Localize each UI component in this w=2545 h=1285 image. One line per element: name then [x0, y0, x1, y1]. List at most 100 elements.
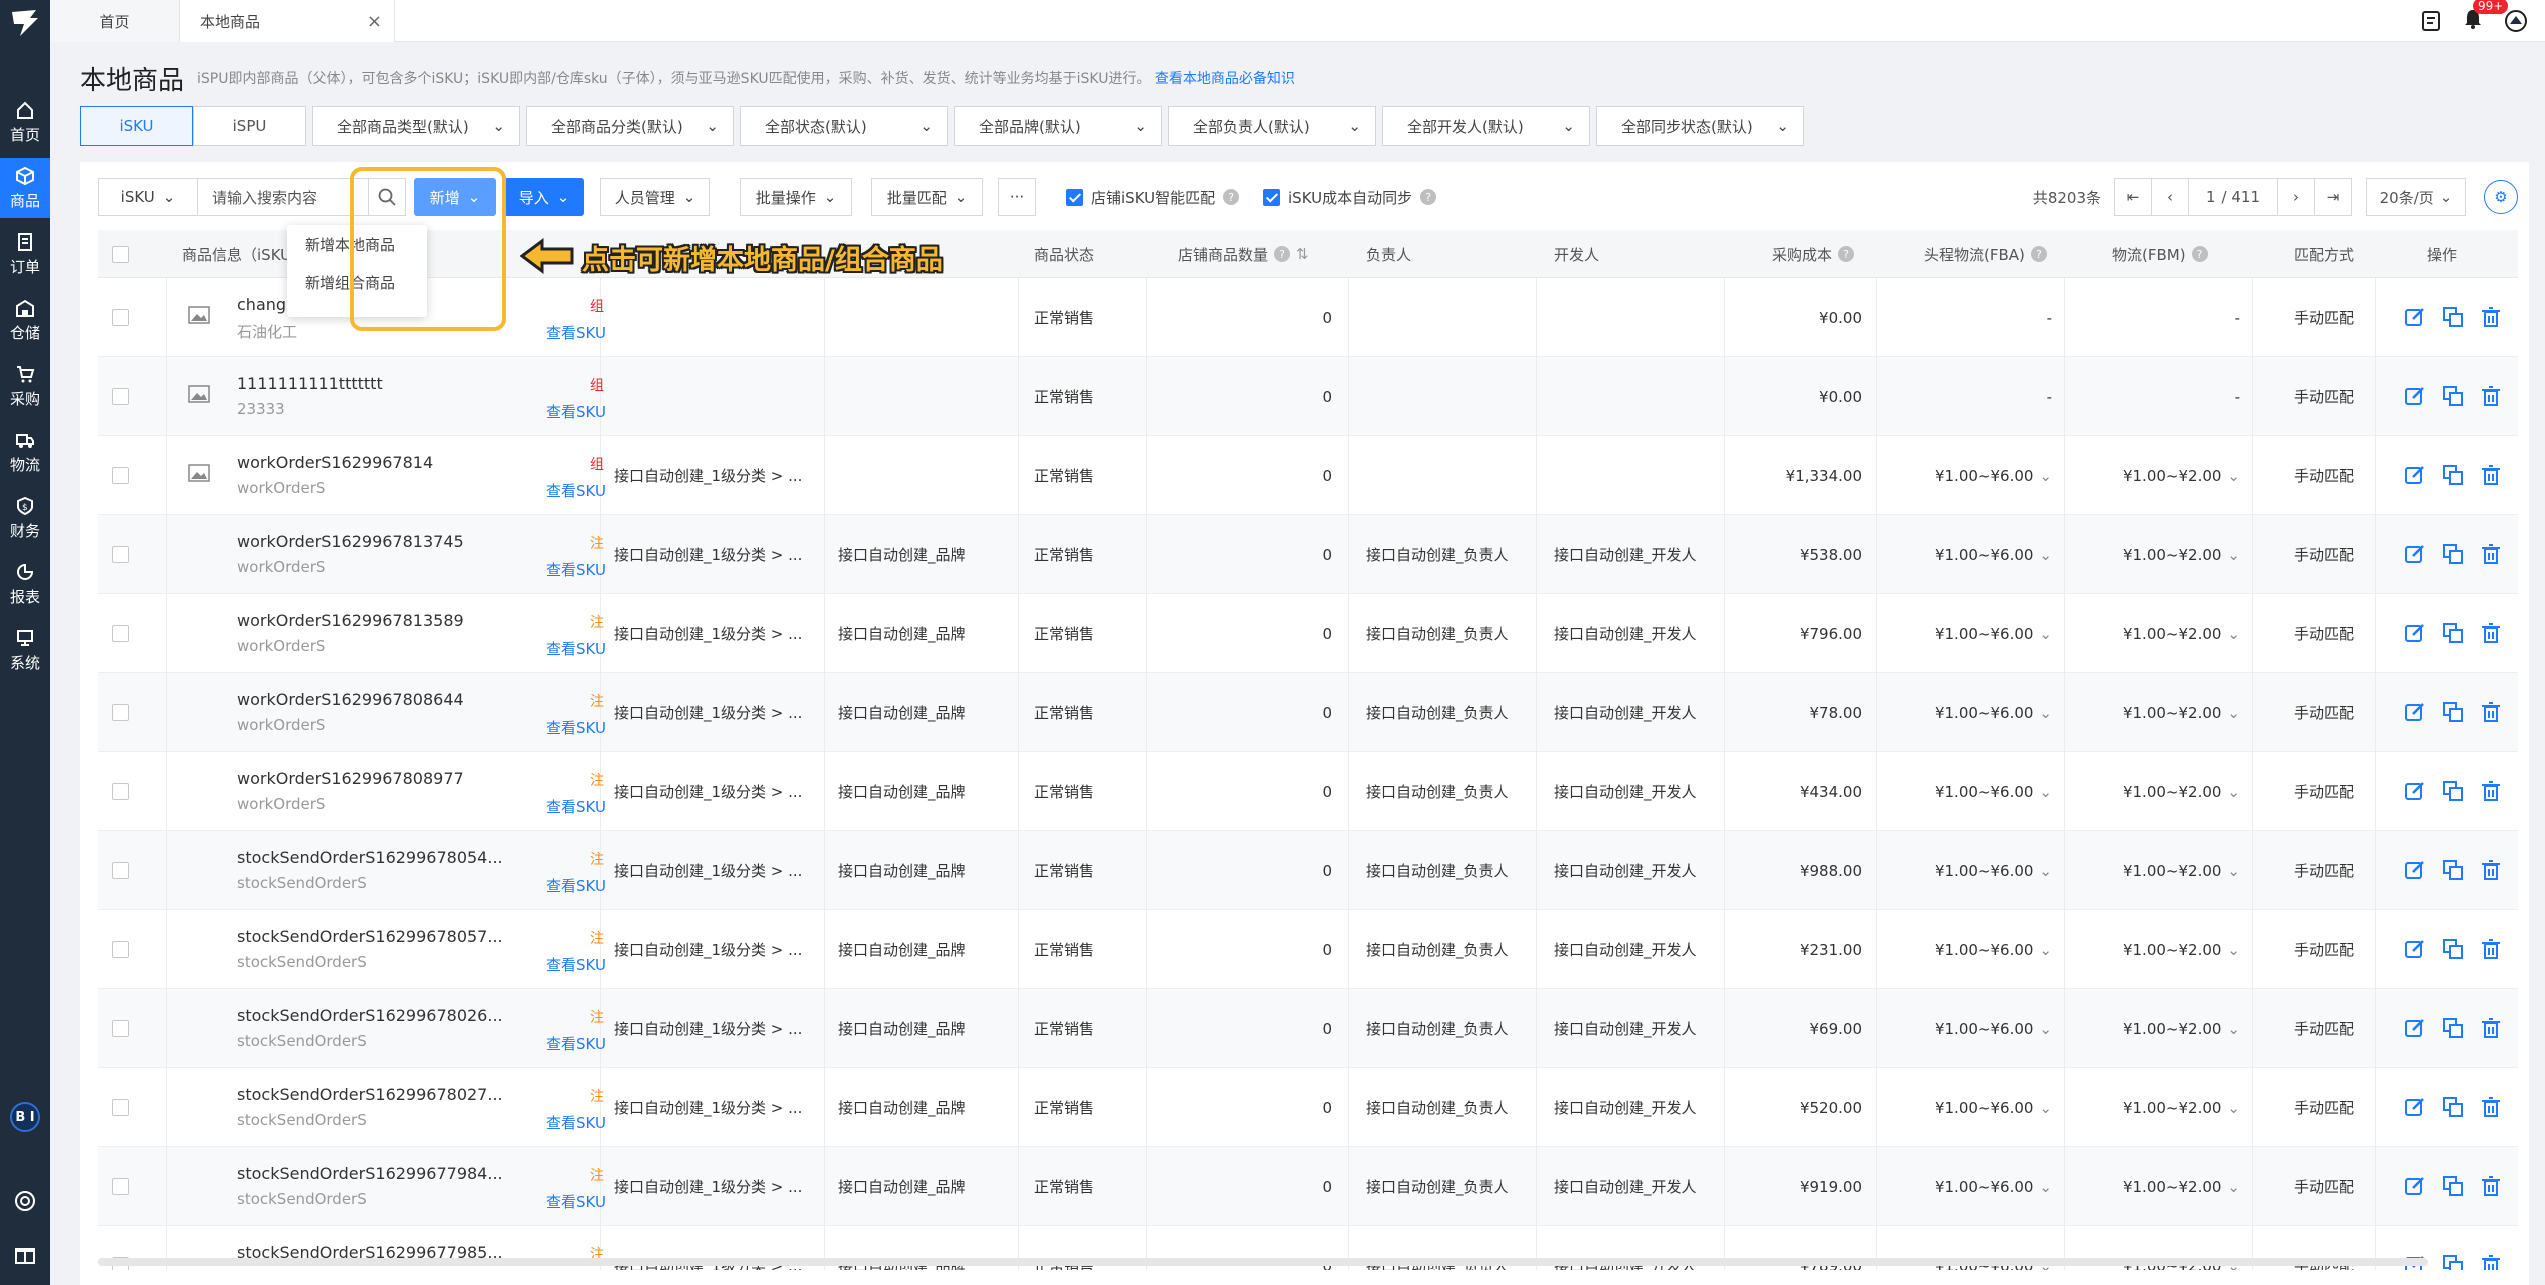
row-checkbox[interactable]	[112, 388, 129, 405]
table-row[interactable]: stockSendOrderS16299678054... stockSendOr…	[98, 831, 2518, 910]
tab-home[interactable]: 首页	[50, 0, 180, 42]
view-sku-link[interactable]: 查看SKU	[546, 1033, 606, 1054]
user-avatar-icon[interactable]	[2505, 10, 2527, 32]
row-checkbox[interactable]	[112, 625, 129, 642]
copy-icon[interactable]	[2442, 385, 2464, 407]
row-checkbox[interactable]	[112, 862, 129, 879]
row-checkbox[interactable]	[112, 309, 129, 326]
view-sku-link[interactable]: 查看SKU	[546, 322, 606, 343]
fba-cell[interactable]: ¥1.00~¥6.00 ⌄	[1876, 910, 2052, 989]
delete-icon[interactable]	[2480, 859, 2502, 881]
sidebar-item-2[interactable]: 订单	[0, 224, 50, 284]
auto-sync-checkbox[interactable]	[1263, 188, 1280, 206]
fba-cell[interactable]: ¥1.00~¥6.00 ⌄	[1876, 989, 2052, 1068]
column-settings-button[interactable]: ⚙	[2484, 180, 2518, 214]
view-sku-link[interactable]: 查看SKU	[546, 401, 606, 422]
delete-icon[interactable]	[2480, 1017, 2502, 1039]
sidebar-item-4[interactable]: 采购	[0, 356, 50, 416]
delete-icon[interactable]	[2480, 543, 2502, 565]
batch-operation-button[interactable]: 批量操作 ⌄	[740, 178, 852, 216]
row-checkbox[interactable]	[112, 1099, 129, 1116]
fbm-cell[interactable]: ¥1.00~¥2.00 ⌄	[2064, 594, 2240, 673]
sidebar-item-0[interactable]: 首页	[0, 92, 50, 152]
copy-icon[interactable]	[2442, 859, 2464, 881]
help-question-icon[interactable]: ?	[2030, 246, 2047, 262]
copy-icon[interactable]	[2442, 306, 2464, 328]
table-row[interactable]: 1111111111ttttttt 23333 组查看SKU 正常销售 0 ¥0.00 - -…	[98, 357, 2518, 436]
view-sku-link[interactable]: 查看SKU	[546, 638, 606, 659]
sidebar-item-1[interactable]: 商品	[0, 158, 50, 218]
fbm-cell[interactable]: ¥1.00~¥2.00 ⌄	[2064, 1068, 2240, 1147]
fba-cell[interactable]: ¥1.00~¥6.00 ⌄	[1876, 436, 2052, 515]
table-row[interactable]: stockSendOrderS16299678026... stockSendOr…	[98, 989, 2518, 1068]
toggle-ispu[interactable]: iSPU	[193, 106, 306, 146]
table-row[interactable]: stockSendOrderS16299677984... stockSendOr…	[98, 1147, 2518, 1226]
view-sku-link[interactable]: 查看SKU	[546, 875, 606, 896]
horizontal-scrollbar[interactable]	[98, 1258, 2428, 1266]
row-checkbox[interactable]	[112, 1020, 129, 1037]
view-sku-link[interactable]: 查看SKU	[546, 1112, 606, 1133]
help-question-icon[interactable]: ?	[1274, 246, 1291, 262]
fbm-cell[interactable]: ¥1.00~¥2.00 ⌄	[2064, 910, 2240, 989]
col-shop-qty[interactable]: 店铺商品数量? ⇅	[1178, 230, 1309, 278]
copy-icon[interactable]	[2442, 938, 2464, 960]
table-row[interactable]: workOrderS1629967813589 workOrderS 注查看SKU 接…	[98, 594, 2518, 673]
view-sku-link[interactable]: 查看SKU	[546, 480, 606, 501]
page-input[interactable]: 1 / 411	[2188, 178, 2278, 216]
filter-select-0[interactable]: 全部商品类型(默认) ⌄	[312, 106, 520, 146]
gift-icon[interactable]	[14, 1243, 36, 1265]
view-sku-link[interactable]: 查看SKU	[546, 1191, 606, 1212]
close-icon[interactable]: ×	[367, 11, 382, 32]
first-page-button[interactable]: ⇤	[2114, 178, 2152, 216]
delete-icon[interactable]	[2480, 1096, 2502, 1118]
edit-icon[interactable]	[2404, 1096, 2426, 1118]
row-checkbox[interactable]	[112, 546, 129, 563]
fba-cell[interactable]: ¥1.00~¥6.00 ⌄	[1876, 515, 2052, 594]
fbm-cell[interactable]: ¥1.00~¥2.00 ⌄	[2064, 673, 2240, 752]
table-row[interactable]: stockSendOrderS16299678027... stockSendOr…	[98, 1068, 2518, 1147]
fba-cell[interactable]: ¥1.00~¥6.00 ⌄	[1876, 752, 2052, 831]
next-page-button[interactable]: ›	[2277, 178, 2315, 216]
delete-icon[interactable]	[2480, 464, 2502, 486]
knowledge-link[interactable]: 查看本地商品必备知识	[1155, 71, 1295, 87]
delete-icon[interactable]	[2480, 1254, 2502, 1270]
edit-icon[interactable]	[2404, 622, 2426, 644]
fbm-cell[interactable]: ¥1.00~¥2.00 ⌄	[2064, 752, 2240, 831]
edit-icon[interactable]	[2404, 306, 2426, 328]
prev-page-button[interactable]: ‹	[2151, 178, 2189, 216]
task-icon[interactable]	[2421, 10, 2441, 32]
notification[interactable]: 99+	[2463, 0, 2509, 34]
sidebar-item-8[interactable]: 系统	[0, 620, 50, 680]
filter-select-2[interactable]: 全部状态(默认) ⌄	[740, 106, 948, 146]
sort-icon[interactable]: ⇅	[1296, 245, 1309, 263]
fbm-cell[interactable]: ¥1.00~¥2.00 ⌄	[2064, 1147, 2240, 1226]
fba-cell[interactable]: -	[1876, 278, 2052, 357]
edit-icon[interactable]	[2404, 701, 2426, 723]
edit-icon[interactable]	[2404, 464, 2426, 486]
help-question-icon[interactable]: ?	[2191, 246, 2208, 262]
view-sku-link[interactable]: 查看SKU	[546, 559, 606, 580]
fbm-cell[interactable]: ¥1.00~¥2.00 ⌄	[2064, 436, 2240, 515]
page-size-select[interactable]: 20条/页 ⌄	[2366, 178, 2466, 216]
edit-icon[interactable]	[2404, 859, 2426, 881]
staff-management-button[interactable]: 人员管理 ⌄	[600, 178, 710, 216]
copy-icon[interactable]	[2442, 543, 2464, 565]
copy-icon[interactable]	[2442, 780, 2464, 802]
copy-icon[interactable]	[2442, 1017, 2464, 1039]
table-row[interactable]: workOrderS1629967808644 workOrderS 注查看SKU 接…	[98, 673, 2518, 752]
more-button[interactable]: ···	[998, 178, 1036, 216]
edit-icon[interactable]	[2404, 1017, 2426, 1039]
delete-icon[interactable]	[2480, 385, 2502, 407]
help-icon[interactable]	[14, 1190, 36, 1212]
delete-icon[interactable]	[2480, 938, 2502, 960]
filter-select-6[interactable]: 全部同步状态(默认) ⌄	[1596, 106, 1804, 146]
fbm-cell[interactable]: -	[2064, 278, 2240, 357]
bi-button[interactable]: B I	[10, 1102, 40, 1132]
row-checkbox[interactable]	[112, 941, 129, 958]
view-sku-link[interactable]: 查看SKU	[546, 796, 606, 817]
batch-match-button[interactable]: 批量匹配 ⌄	[871, 178, 983, 216]
row-checkbox[interactable]	[112, 704, 129, 721]
fbm-cell[interactable]: -	[2064, 357, 2240, 436]
help-question-icon[interactable]: ?	[1223, 189, 1240, 205]
edit-icon[interactable]	[2404, 1175, 2426, 1197]
